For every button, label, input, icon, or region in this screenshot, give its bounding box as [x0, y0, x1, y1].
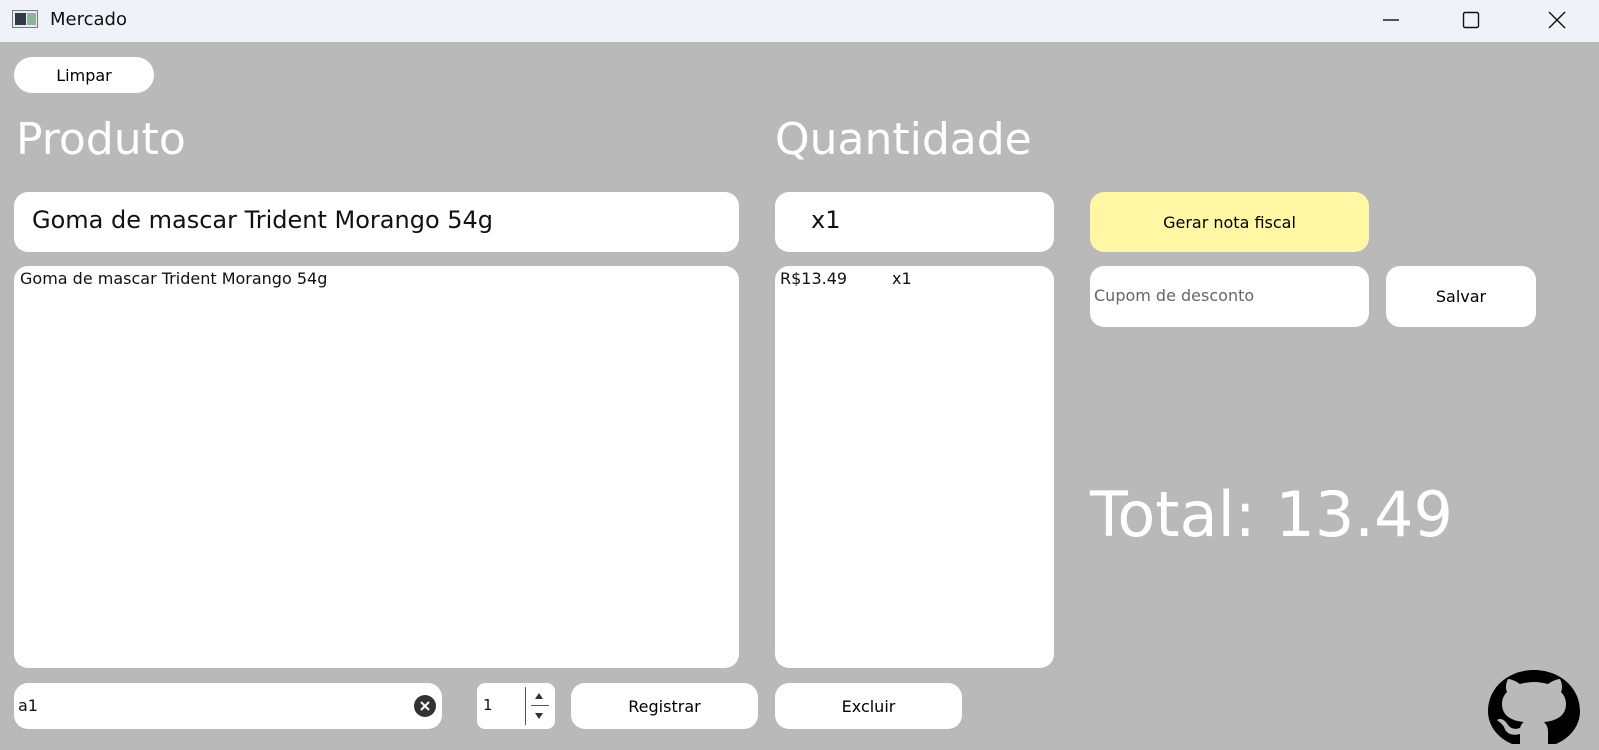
maximize-button[interactable]: [1440, 0, 1502, 40]
search-value: a1: [18, 696, 38, 715]
product-label: Produto: [16, 114, 186, 165]
quantity-field[interactable]: x1: [775, 192, 1054, 252]
product-field-value: Goma de mascar Trident Morango 54g: [32, 206, 494, 234]
total-label: Total: 13.49: [1090, 478, 1453, 551]
spinner-value: 1: [483, 696, 493, 714]
delete-button[interactable]: Excluir: [775, 683, 962, 729]
register-button[interactable]: Registrar: [571, 683, 758, 729]
coupon-input[interactable]: Cupom de desconto: [1090, 266, 1369, 327]
maximize-icon: [1462, 11, 1480, 29]
minimize-icon: [1383, 19, 1399, 21]
product-field[interactable]: Goma de mascar Trident Morango 54g: [14, 192, 739, 252]
window-title: Mercado: [50, 9, 127, 30]
spinner-down-button[interactable]: [529, 707, 549, 725]
coupon-placeholder: Cupom de desconto: [1094, 286, 1255, 305]
list-item-qty[interactable]: x1: [892, 269, 912, 288]
spinner-up-button[interactable]: [529, 687, 549, 705]
quantity-list[interactable]: R$13.49 x1: [775, 266, 1054, 668]
search-input[interactable]: a1: [14, 683, 442, 729]
list-item[interactable]: Goma de mascar Trident Morango 54g: [20, 269, 327, 288]
minimize-button[interactable]: [1360, 0, 1422, 40]
list-item-price[interactable]: R$13.49: [780, 269, 847, 288]
quantity-spinner[interactable]: 1: [477, 683, 555, 729]
quantity-field-value: x1: [811, 206, 841, 234]
quantity-label: Quantidade: [775, 114, 1032, 165]
github-icon[interactable]: [1486, 668, 1582, 746]
close-icon: [1548, 11, 1566, 29]
generate-invoice-button[interactable]: Gerar nota fiscal: [1090, 192, 1369, 252]
close-button[interactable]: [1526, 0, 1588, 40]
clear-search-icon[interactable]: [414, 695, 436, 717]
app-icon: [12, 10, 38, 28]
clear-button[interactable]: Limpar: [14, 57, 154, 93]
save-button[interactable]: Salvar: [1386, 266, 1536, 327]
product-list[interactable]: Goma de mascar Trident Morango 54g: [14, 266, 739, 668]
title-bar: Mercado: [0, 0, 1599, 42]
